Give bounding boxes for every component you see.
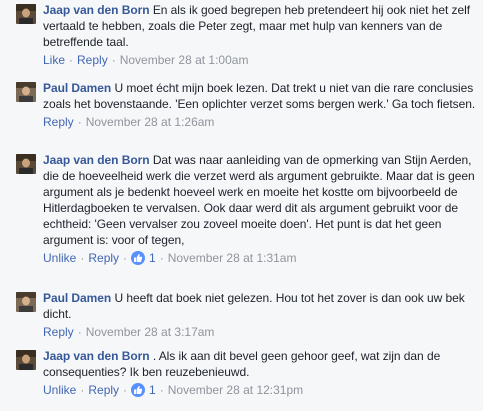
comment-timestamp[interactable]: November 28 at 3:17am bbox=[86, 324, 215, 340]
unlike-button[interactable]: Unlike bbox=[43, 382, 76, 398]
thumbs-up-icon bbox=[131, 251, 146, 265]
separator: · bbox=[80, 383, 85, 397]
comment-author[interactable]: Jaap van den Born bbox=[43, 153, 150, 167]
like-count-value: 1 bbox=[149, 251, 156, 265]
separator: · bbox=[77, 115, 82, 129]
separator: · bbox=[69, 53, 74, 67]
like-count-value: 1 bbox=[149, 383, 156, 397]
thumbs-up-icon bbox=[131, 383, 146, 397]
avatar-photo-icon bbox=[16, 154, 36, 174]
comment-item: Jaap van den Born Dat was naar aanleidin… bbox=[16, 152, 476, 266]
separator: · bbox=[159, 383, 164, 397]
comment-text: Jaap van den Born En als ik goed begrepe… bbox=[43, 2, 476, 50]
comment-actions: Reply · November 28 at 1:26am bbox=[43, 114, 476, 130]
reply-button[interactable]: Reply bbox=[88, 250, 119, 266]
avatar-photo-icon bbox=[16, 82, 36, 102]
comment-item: Paul Damen U heeft dat boek niet gelezen… bbox=[16, 290, 476, 340]
comment-timestamp[interactable]: November 28 at 1:31am bbox=[168, 250, 297, 266]
avatar[interactable] bbox=[16, 82, 36, 102]
like-button[interactable]: Like bbox=[43, 52, 65, 68]
comment-timestamp[interactable]: November 28 at 12:31pm bbox=[168, 382, 303, 398]
comment-actions: Like · Reply · November 28 at 1:00am bbox=[43, 52, 476, 68]
avatar[interactable] bbox=[16, 4, 36, 24]
avatar[interactable] bbox=[16, 154, 36, 174]
avatar[interactable] bbox=[16, 350, 36, 370]
comment-actions: Reply · November 28 at 3:17am bbox=[43, 324, 476, 340]
like-count[interactable]: 1 bbox=[131, 382, 156, 398]
separator: · bbox=[159, 251, 164, 265]
avatar[interactable] bbox=[16, 292, 36, 312]
avatar-photo-icon bbox=[16, 350, 36, 370]
comment-text: Jaap van den Born Dat was naar aanleidin… bbox=[43, 152, 476, 248]
separator: · bbox=[111, 53, 116, 67]
comment-actions: Unlike · Reply · 1 · November 28 at 1:31… bbox=[43, 250, 476, 266]
comment-author[interactable]: Paul Damen bbox=[43, 81, 111, 95]
reply-button[interactable]: Reply bbox=[77, 52, 108, 68]
separator: · bbox=[123, 383, 128, 397]
like-count[interactable]: 1 bbox=[131, 250, 156, 266]
comment-text: Paul Damen U moet écht mijn boek lezen. … bbox=[43, 80, 476, 112]
avatar-photo-icon bbox=[16, 292, 36, 312]
comment-timestamp[interactable]: November 28 at 1:00am bbox=[120, 52, 249, 68]
comment-actions: Unlike · Reply · 1 · November 28 at 12:3… bbox=[43, 382, 476, 398]
unlike-button[interactable]: Unlike bbox=[43, 250, 76, 266]
comment-text: Paul Damen U heeft dat boek niet gelezen… bbox=[43, 290, 476, 322]
comment-item: Jaap van den Born . Als ik aan dit bevel… bbox=[16, 348, 476, 398]
comment-author[interactable]: Jaap van den Born bbox=[43, 3, 150, 17]
separator: · bbox=[123, 251, 128, 265]
reply-button[interactable]: Reply bbox=[43, 324, 74, 340]
comment-item: Jaap van den Born En als ik goed begrepe… bbox=[16, 2, 476, 68]
comment-timestamp[interactable]: November 28 at 1:26am bbox=[86, 114, 215, 130]
separator: · bbox=[80, 251, 85, 265]
comment-thread: Jaap van den Born En als ik goed begrepe… bbox=[0, 0, 483, 411]
reply-button[interactable]: Reply bbox=[43, 114, 74, 130]
separator: · bbox=[77, 325, 82, 339]
comment-author[interactable]: Jaap van den Born bbox=[43, 349, 150, 363]
comment-message: Dat was naar aanleiding van de opmerking… bbox=[43, 153, 475, 247]
comment-text: Jaap van den Born . Als ik aan dit bevel… bbox=[43, 348, 476, 380]
comment-item: Paul Damen U moet écht mijn boek lezen. … bbox=[16, 80, 476, 130]
comment-author[interactable]: Paul Damen bbox=[43, 291, 111, 305]
avatar-photo-icon bbox=[16, 4, 36, 24]
reply-button[interactable]: Reply bbox=[88, 382, 119, 398]
